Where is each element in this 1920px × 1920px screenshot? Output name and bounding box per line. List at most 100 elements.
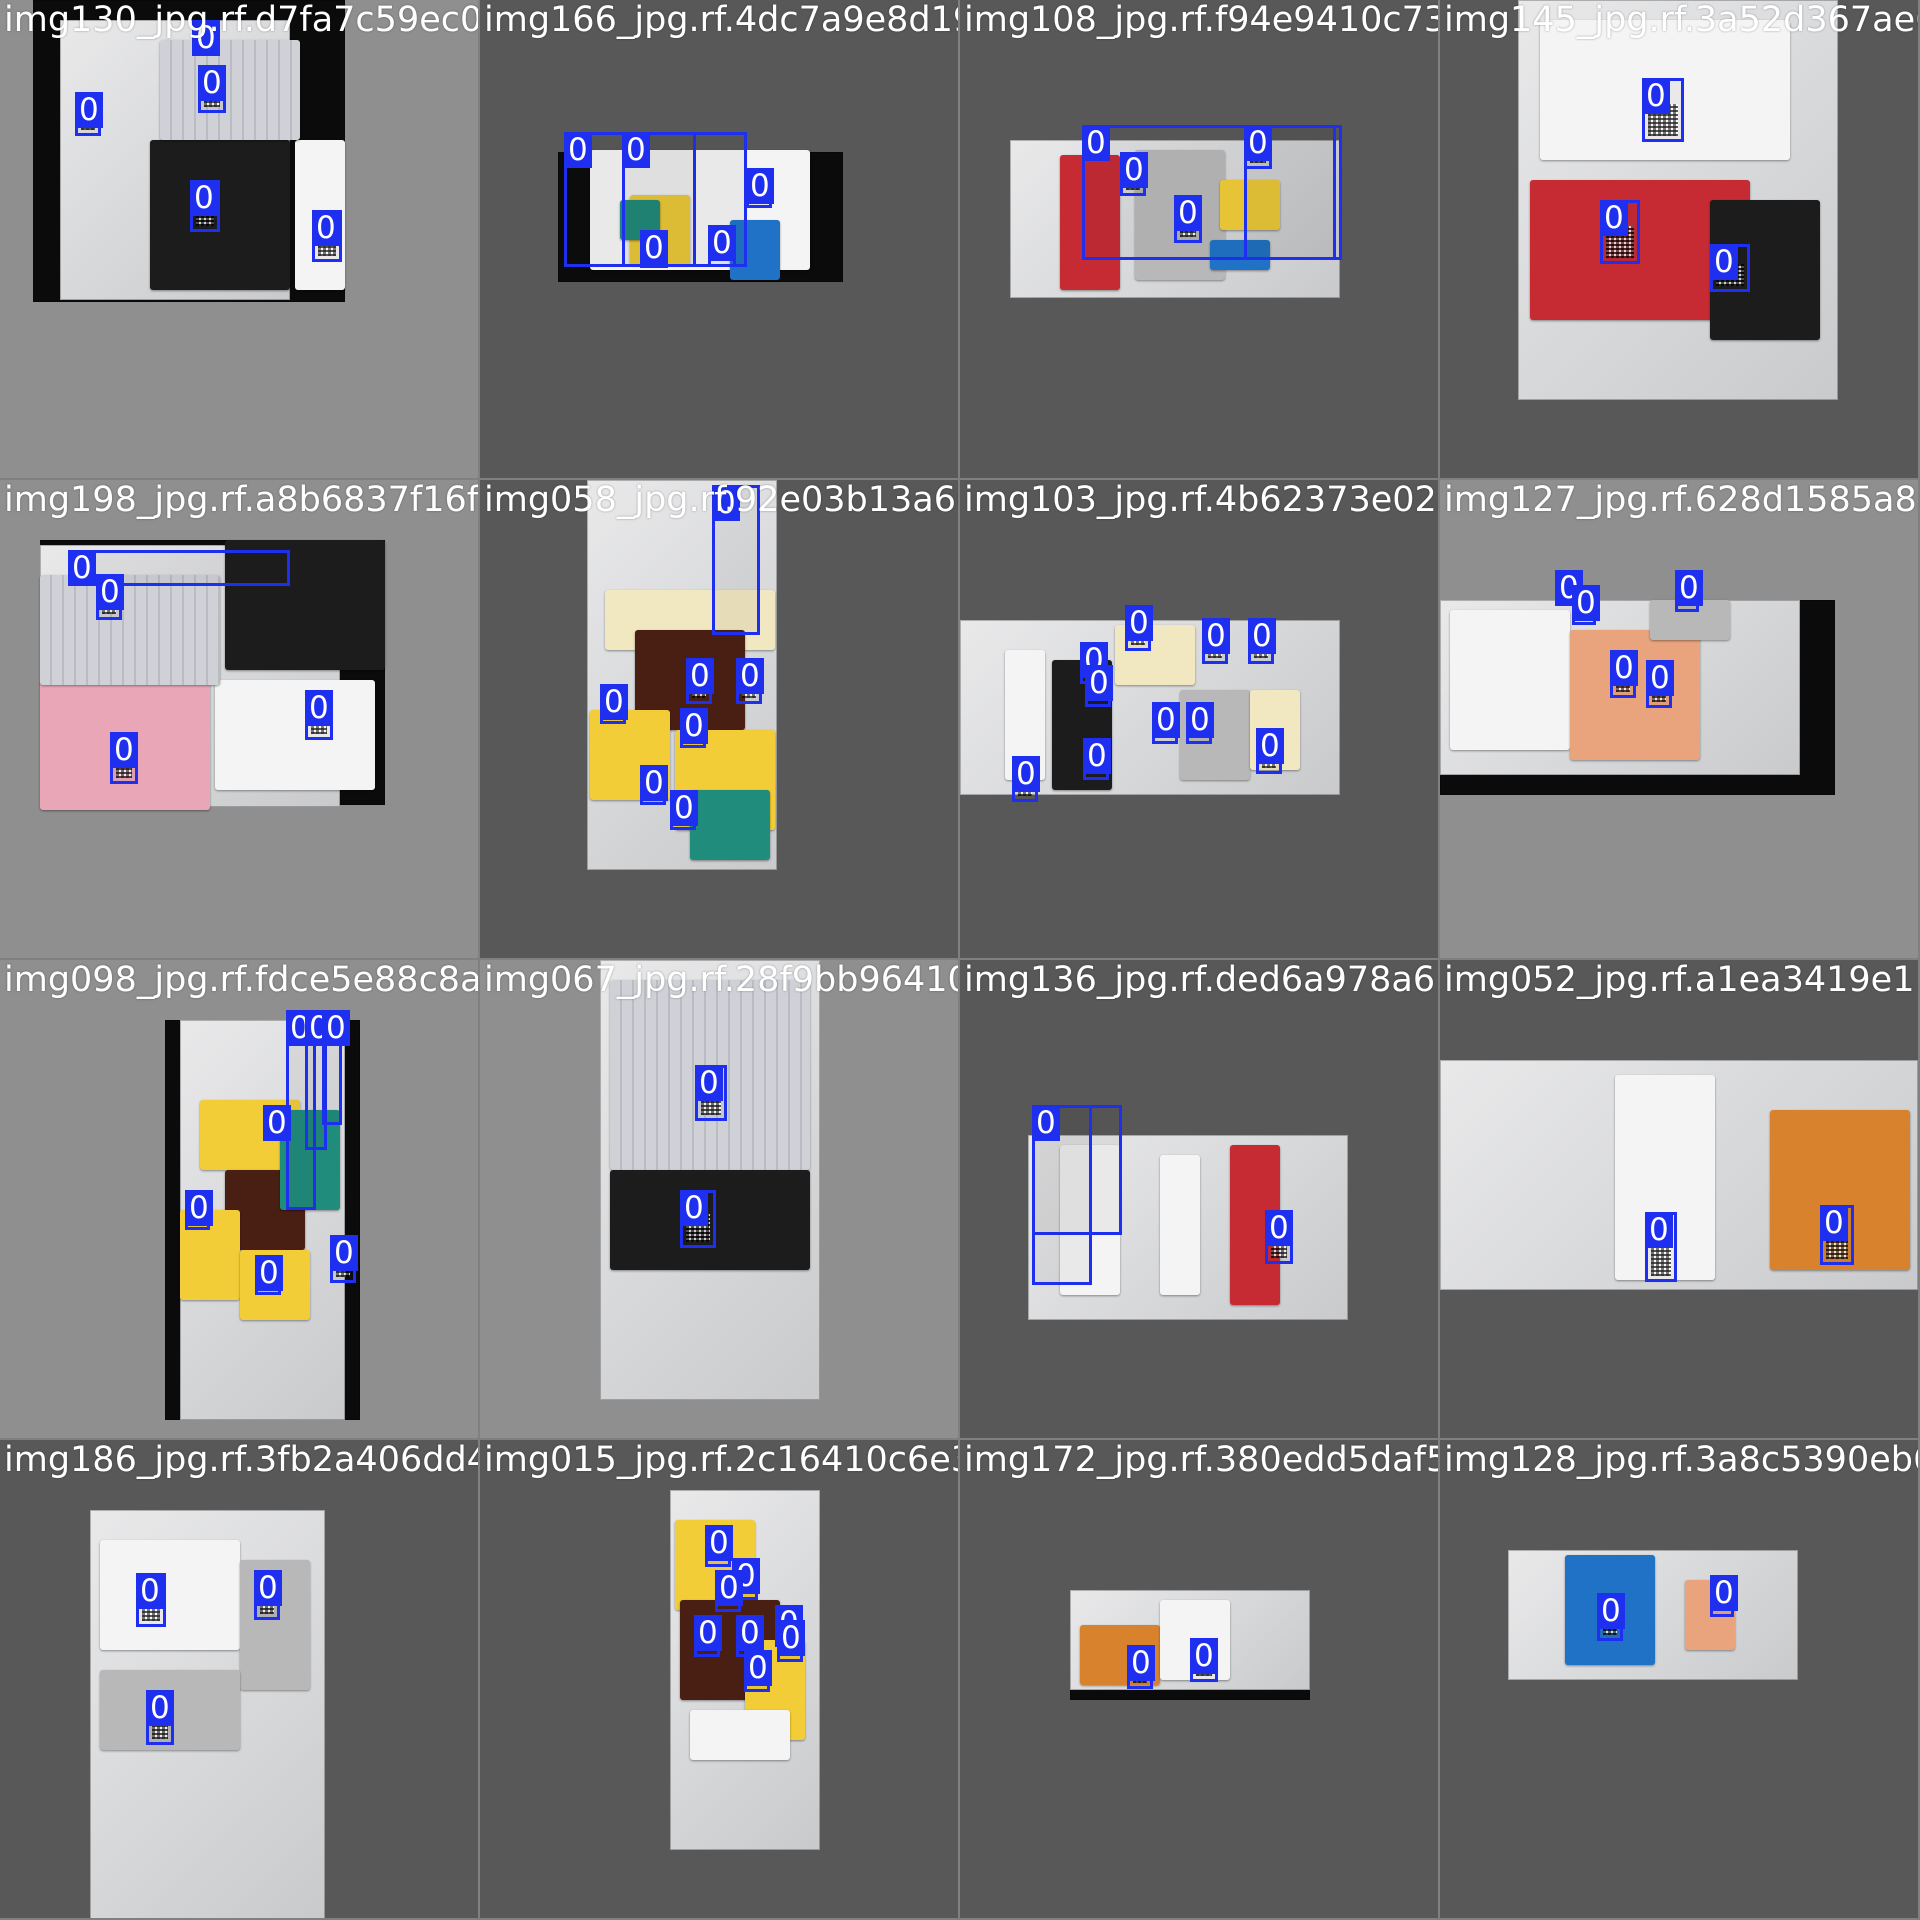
class-label: 0 — [255, 1255, 283, 1291]
bounding-box: 0 — [146, 1690, 174, 1745]
tile-filename: img130_jpg.rf.d7fa7c59ec01 — [4, 0, 478, 40]
bounding-box: 0 — [1710, 1575, 1738, 1617]
class-label: 0 — [68, 550, 96, 586]
class-label: 0 — [305, 690, 333, 726]
image-tile: 0 0 0 0 img198_jpg.rf.a8b6837f16f1f — [0, 480, 478, 958]
class-label: 0 — [254, 1570, 282, 1606]
bounding-box: 0 — [1248, 618, 1276, 664]
bounding-box: 0 — [1265, 1210, 1293, 1264]
bounding-box: 0 — [1600, 200, 1640, 264]
class-label: 0 — [96, 574, 124, 610]
medicine-pack — [1450, 610, 1570, 750]
bounding-box: 0 — [1032, 1105, 1092, 1285]
medicine-pack — [1160, 1155, 1200, 1295]
bounding-box: 0 — [695, 1065, 727, 1121]
bounding-box: 0 — [1646, 660, 1674, 708]
image-tile: 0 0 0 0 0 0 0 0 0 0 img103_jpg.rf.4b62373e02a — [960, 480, 1438, 958]
bounding-box: 0 — [1610, 650, 1638, 698]
class-label: 0 — [746, 168, 774, 204]
class-label: 0 — [640, 230, 668, 266]
tile-filename: img128_jpg.rf.3a8c5390eb6e9 — [1444, 1440, 1918, 1480]
bounding-box: 0 — [1127, 1645, 1155, 1689]
bounding-box: 0 — [705, 1525, 733, 1567]
class-label: 0 — [1248, 618, 1276, 654]
tile-filename: img103_jpg.rf.4b62373e02a — [964, 480, 1438, 520]
class-label: 0 — [110, 732, 138, 768]
tile-filename: img136_jpg.rf.ded6a978a6 — [964, 960, 1436, 1000]
bounding-box: 0 — [1120, 152, 1148, 196]
class-label: 0 — [312, 210, 340, 246]
bounding-box: 0 — [1202, 618, 1230, 664]
bounding-box: 0 — [1597, 1593, 1625, 1641]
class-label: 0 — [1597, 1593, 1625, 1629]
image-tile: 0 0 0 0 0 0 0 img098_jpg.rf.fdce5e88c8a75 — [0, 960, 478, 1438]
class-label: 0 — [1642, 78, 1670, 114]
bounding-box: 0 — [1820, 1205, 1854, 1265]
class-label: 0 — [1646, 660, 1674, 696]
class-label: 0 — [1186, 702, 1214, 738]
bounding-box: 0 — [1152, 702, 1180, 744]
class-label: 0 — [695, 1065, 723, 1101]
class-label: 0 — [330, 1235, 358, 1271]
bounding-box: 0 — [190, 180, 220, 232]
class-label: 0 — [1710, 244, 1738, 280]
class-label: 0 — [146, 1690, 174, 1726]
class-label: 0 — [1645, 1212, 1673, 1248]
class-label: 0 — [1710, 1575, 1738, 1611]
bounding-box: 0 — [736, 658, 764, 704]
bounding-box: 0 — [305, 690, 333, 740]
bounding-box: 0 — [185, 1190, 213, 1230]
image-tile: 00000img108_jpg.rf.f94e9410c73bcf045 — [960, 0, 1438, 478]
bounding-box: 0 — [600, 684, 628, 724]
bounding-box: 0 — [1174, 195, 1202, 243]
tile-filename: img108_jpg.rf.f94e9410c73bcf045 — [964, 0, 1438, 40]
class-label: 0 — [622, 132, 650, 168]
bounding-box: 0 — [254, 1570, 282, 1620]
image-tile: 0 0 0 0 0 img130_jpg.rf.d7fa7c59ec01 — [0, 0, 478, 478]
class-label: 0 — [190, 180, 218, 216]
tile-filename: img098_jpg.rf.fdce5e88c8a75 — [4, 960, 478, 1000]
class-label: 0 — [686, 658, 714, 694]
class-label: 0 — [705, 1525, 733, 1561]
bounding-box: 0 — [686, 658, 714, 704]
medicine-pack — [100, 1540, 240, 1650]
class-label: 0 — [1012, 756, 1040, 792]
class-label: 0 — [670, 790, 698, 826]
bounding-box: 0 — [680, 1190, 716, 1248]
class-label: 0 — [564, 132, 592, 168]
class-label: 0 — [263, 1105, 291, 1141]
image-tile: 00000img166_jpg.rf.4dc7a9e8d1952d02 — [480, 0, 958, 478]
bounding-box: 0 — [777, 1620, 805, 1662]
bounding-box: 0 — [198, 65, 226, 113]
medicine-pack — [160, 40, 300, 140]
image-tile: 0 0 img172_jpg.rf.380edd5daf5a — [960, 1440, 1438, 1918]
tile-filename: img052_jpg.rf.a1ea3419e1 — [1444, 960, 1915, 1000]
class-label: 0 — [736, 1615, 764, 1651]
image-tile: 0 0 0 0 0 0 0 img058_jpg.rf.92e03b13a606 — [480, 480, 958, 958]
mosaic-grid: 0 0 0 0 0 img130_jpg.rf.d7fa7c59ec01 0 0 0 0 0 img1… — [0, 0, 1920, 1920]
class-label: 0 — [1083, 738, 1111, 774]
bounding-box: 0 — [255, 1255, 283, 1295]
class-label: 0 — [1082, 125, 1110, 161]
tile-filename: img067_jpg.rf.28f9bb9641095 — [484, 960, 958, 1000]
class-label: 0 — [136, 1573, 164, 1609]
bounding-box: 0 — [1675, 570, 1703, 612]
medicine-pack — [150, 140, 290, 290]
class-label: 0 — [1174, 195, 1202, 231]
image-tile: 0 0 img067_jpg.rf.28f9bb9641095 — [480, 960, 958, 1438]
bounding-box: 0 — [680, 708, 708, 748]
bounding-box: 0 — [746, 168, 774, 208]
class-label: 0 — [1120, 152, 1148, 188]
bounding-box: 0 — [322, 1010, 350, 1125]
class-label: 0 — [744, 1650, 772, 1686]
bounding-box: 0 — [640, 230, 668, 268]
class-label: 0 — [708, 225, 736, 261]
bounding-box: 0 — [670, 790, 698, 830]
bounding-box: 0 — [1256, 728, 1284, 774]
class-label: 0 — [322, 1010, 350, 1046]
class-label: 0 — [1190, 1638, 1218, 1674]
medicine-pack — [690, 1710, 790, 1760]
tile-filename: img127_jpg.rf.628d1585a82 — [1444, 480, 1918, 520]
class-label: 0 — [185, 1190, 213, 1226]
bounding-box: 0 — [1190, 1638, 1218, 1682]
